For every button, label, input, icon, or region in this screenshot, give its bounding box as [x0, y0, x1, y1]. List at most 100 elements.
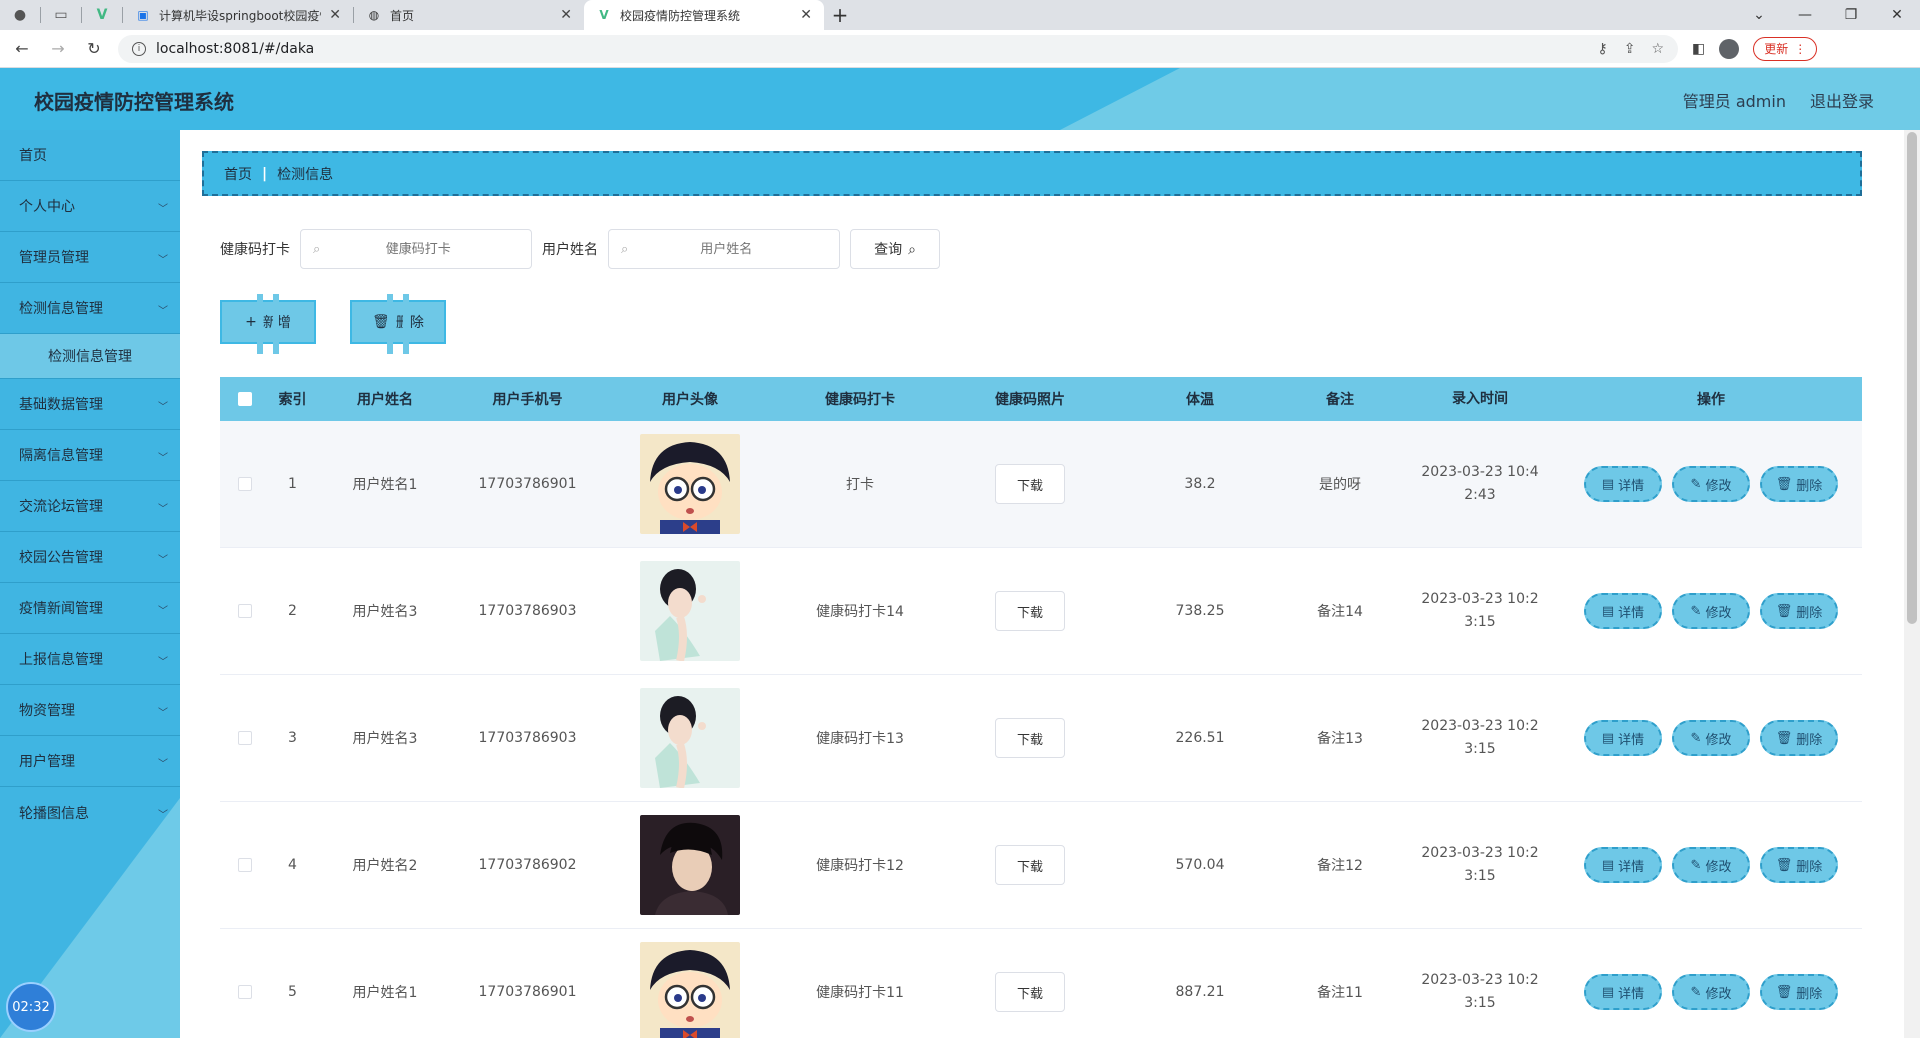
cell-index: 2: [288, 603, 297, 619]
sidebar-item-supplies[interactable]: 物资管理 ﹀: [0, 685, 180, 736]
detail-button[interactable]: ▤ 详情: [1584, 466, 1662, 502]
delete-button[interactable]: 🗑 删除: [1760, 593, 1838, 629]
add-button[interactable]: + 新增: [220, 294, 316, 354]
cell-temp: 738.25: [1175, 603, 1225, 619]
download-button[interactable]: 下载: [995, 718, 1065, 758]
globe-icon: ◍: [368, 8, 380, 22]
row-checkbox[interactable]: [238, 985, 252, 999]
share-icon[interactable]: ⇪: [1624, 41, 1636, 57]
download-button[interactable]: 下载: [995, 845, 1065, 885]
cell-time: 2023-03-23 10:2 3:15: [1421, 845, 1539, 884]
user-avatar[interactable]: [640, 688, 740, 788]
tab-search-icon[interactable]: ⌄: [1736, 0, 1782, 30]
download-button[interactable]: 下载: [995, 464, 1065, 504]
delete-button[interactable]: 🗑 删除: [1760, 974, 1838, 1010]
detail-button[interactable]: ▤ 详情: [1584, 593, 1662, 629]
sidebar-item-home[interactable]: 首页: [0, 130, 180, 181]
update-button[interactable]: 更新 ⋮: [1753, 36, 1818, 61]
name-search-field[interactable]: ⌕: [608, 229, 840, 269]
cell-card: 健康码打卡12: [816, 858, 904, 874]
card-search-input[interactable]: [328, 241, 509, 257]
sidebar-item-forum[interactable]: 交流论坛管理 ﹀: [0, 481, 180, 532]
browser-tab-1[interactable]: ▣ 计算机毕设springboot校园疫情 ✕: [123, 0, 353, 30]
github-icon[interactable]: ●: [0, 0, 40, 30]
close-tab-icon[interactable]: ✕: [329, 7, 341, 23]
query-button[interactable]: 查询 ⌕: [850, 229, 940, 269]
delete-button[interactable]: 🗑 删除: [1760, 847, 1838, 883]
reload-icon[interactable]: ↻: [80, 35, 108, 63]
row-checkbox[interactable]: [238, 477, 252, 491]
logout-link[interactable]: 退出登录: [1810, 88, 1874, 112]
pencil-icon: ✎: [1690, 984, 1702, 1000]
sidebar-item-users[interactable]: 用户管理 ﹀: [0, 736, 180, 787]
url-input[interactable]: i localhost:8081/#/daka ⚷ ⇪ ☆: [118, 34, 1678, 63]
cell-index: 3: [288, 730, 297, 746]
user-avatar[interactable]: [640, 434, 740, 534]
browser-tab-2[interactable]: ◍ 首页 ✕: [354, 0, 584, 30]
sidepanel-icon[interactable]: ◧: [1692, 41, 1705, 57]
detail-button[interactable]: ▤ 详情: [1584, 847, 1662, 883]
app-title: 校园疫情防控管理系统: [34, 90, 234, 114]
cell-remark: 备注14: [1317, 604, 1363, 620]
delete-button[interactable]: 🗑 删除: [1760, 720, 1838, 756]
sidebar-item-basic-data[interactable]: 基础数据管理 ﹀: [0, 379, 180, 430]
card-search-field[interactable]: ⌕: [300, 229, 532, 269]
edit-button[interactable]: ✎ 修改: [1672, 466, 1750, 502]
sidebar-item-news[interactable]: 疫情新闻管理 ﹀: [0, 583, 180, 634]
restore-icon[interactable]: ❐: [1828, 0, 1874, 30]
select-all-checkbox[interactable]: [238, 392, 252, 406]
row-checkbox[interactable]: [238, 731, 252, 745]
new-tab-button[interactable]: +: [824, 0, 856, 30]
minimize-icon[interactable]: —: [1782, 0, 1828, 30]
edit-button[interactable]: ✎ 修改: [1672, 974, 1750, 1010]
sidebar-item-isolation[interactable]: 隔离信息管理 ﹀: [0, 430, 180, 481]
sidebar-item-admin[interactable]: 管理员管理 ﹀: [0, 232, 180, 283]
sidebar-item-report[interactable]: 上报信息管理 ﹀: [0, 634, 180, 685]
cell-card: 打卡: [846, 477, 874, 493]
sidebar-subitem-detection[interactable]: 检测信息管理: [0, 334, 180, 379]
more-icon: ⋮: [1794, 41, 1807, 56]
info-icon[interactable]: i: [132, 41, 146, 56]
sidebar-item-profile[interactable]: 个人中心 ﹀: [0, 181, 180, 232]
edit-button[interactable]: ✎ 修改: [1672, 847, 1750, 883]
detail-button[interactable]: ▤ 详情: [1584, 720, 1662, 756]
close-tab-icon[interactable]: ✕: [560, 7, 572, 23]
browser-tab-3[interactable]: V 校园疫情防控管理系统 ✕: [584, 0, 824, 30]
download-button[interactable]: 下载: [995, 972, 1065, 1012]
cell-index: 1: [288, 476, 297, 492]
row-checkbox[interactable]: [238, 604, 252, 618]
profile-icon[interactable]: [1719, 38, 1740, 59]
url-text: localhost:8081/#/daka: [156, 40, 315, 57]
close-tab-icon[interactable]: ✕: [800, 7, 812, 23]
page-scrollbar[interactable]: [1904, 130, 1920, 1038]
chevron-down-icon: ﹀: [158, 708, 168, 719]
download-button[interactable]: 下载: [995, 591, 1065, 631]
user-avatar[interactable]: [640, 815, 740, 915]
chevron-down-icon: ﹀: [158, 453, 168, 464]
scrollbar-thumb[interactable]: [1907, 132, 1917, 624]
edit-button[interactable]: ✎ 修改: [1672, 593, 1750, 629]
user-avatar[interactable]: [640, 561, 740, 661]
key-icon[interactable]: ⚷: [1597, 41, 1607, 57]
close-window-icon[interactable]: ✕: [1874, 0, 1920, 30]
breadcrumb-home[interactable]: 首页: [224, 164, 252, 184]
row-checkbox[interactable]: [238, 858, 252, 872]
detail-button[interactable]: ▤ 详情: [1584, 974, 1662, 1010]
batch-delete-button[interactable]: 🗑 删除: [350, 294, 446, 354]
blank-tab-icon[interactable]: ▭: [41, 0, 81, 30]
edit-button[interactable]: ✎ 修改: [1672, 720, 1750, 756]
back-icon[interactable]: ←: [8, 35, 36, 63]
cell-time: 2023-03-23 10:2 3:15: [1421, 591, 1539, 630]
name-search-input[interactable]: [636, 241, 817, 257]
vue-tab-icon[interactable]: V: [82, 0, 122, 30]
star-icon[interactable]: ☆: [1651, 41, 1664, 57]
clock-widget[interactable]: 02:32: [6, 982, 56, 1032]
sidebar-item-notice[interactable]: 校园公告管理 ﹀: [0, 532, 180, 583]
forward-icon[interactable]: →: [44, 35, 72, 63]
delete-button[interactable]: 🗑 删除: [1760, 466, 1838, 502]
cell-phone: 17703786901: [478, 984, 577, 1000]
cell-temp: 887.21: [1175, 984, 1225, 1000]
user-avatar[interactable]: [640, 942, 740, 1038]
sidebar-item-detection[interactable]: 检测信息管理 ﹀: [0, 283, 180, 334]
sidebar-item-carousel[interactable]: 轮播图信息 ﹀: [0, 787, 180, 838]
